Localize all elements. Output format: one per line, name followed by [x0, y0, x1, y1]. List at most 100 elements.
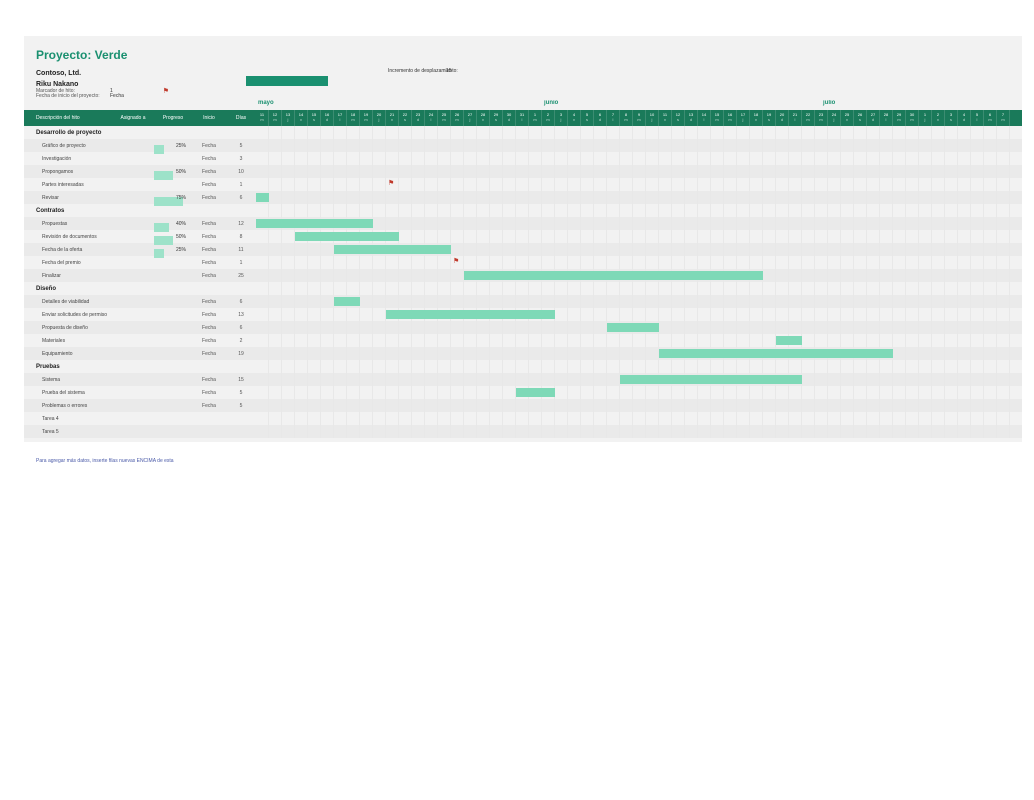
gantt-bar[interactable] — [256, 193, 269, 202]
task-row[interactable]: Partes interesadasFecha1 — [24, 178, 256, 191]
task-row[interactable]: FinalizarFecha25 — [24, 269, 256, 282]
task-start[interactable]: Fecha — [192, 299, 226, 305]
task-start[interactable]: Fecha — [192, 390, 226, 396]
task-days[interactable]: 12 — [226, 221, 256, 227]
task-start[interactable]: Fecha — [192, 312, 226, 318]
day-cell: 29m — [893, 110, 906, 126]
task-row[interactable]: MaterialesFecha2 — [24, 334, 256, 347]
task-desc: Investigación — [24, 156, 112, 162]
task-row[interactable]: Propuestas40%Fecha12 — [24, 217, 256, 230]
gantt-bar[interactable] — [659, 349, 893, 358]
section-row[interactable]: Diseño — [24, 282, 256, 295]
gantt-bar[interactable] — [516, 388, 555, 397]
task-progress[interactable]: 25% — [154, 143, 192, 149]
task-row[interactable]: Detalles de viabilidadFecha6 — [24, 295, 256, 308]
gantt-bar[interactable] — [295, 232, 399, 241]
task-row[interactable]: Revisión de documentos 50%Fecha8 — [24, 230, 256, 243]
task-row[interactable]: Problemas o erroresFecha5 — [24, 399, 256, 412]
section-row[interactable]: Pruebas — [24, 360, 256, 373]
task-row[interactable]: EquipamientoFecha19 — [24, 347, 256, 360]
task-start[interactable]: Fecha — [192, 338, 226, 344]
day-cell: 7m — [997, 110, 1010, 126]
task-days[interactable]: 25 — [226, 273, 256, 279]
day-cell: 15m — [711, 110, 724, 126]
task-start[interactable]: Fecha — [192, 260, 226, 266]
task-days[interactable]: 1 — [226, 260, 256, 266]
gantt-bar[interactable] — [776, 336, 802, 345]
task-row[interactable]: Investigación Fecha3 — [24, 152, 256, 165]
task-progress[interactable]: 25% — [154, 247, 192, 253]
task-progress[interactable]: 40% — [154, 221, 192, 227]
task-start[interactable]: Fecha — [192, 403, 226, 409]
task-desc: Prueba del sistema — [24, 390, 112, 396]
gantt-bar[interactable] — [464, 271, 763, 280]
gantt-bar[interactable] — [334, 297, 360, 306]
task-start[interactable]: Fecha — [192, 182, 226, 188]
task-progress[interactable]: 75% — [154, 195, 192, 201]
day-cell: 17l — [334, 110, 347, 126]
task-start[interactable]: Fecha — [192, 234, 226, 240]
milestone-value[interactable]: 1 — [110, 88, 113, 94]
gantt-bar[interactable] — [386, 310, 555, 319]
task-days[interactable]: 3 — [226, 156, 256, 162]
task-row[interactable]: Prueba del sistema Fecha5 — [24, 386, 256, 399]
task-row[interactable]: SistemaFecha15 — [24, 373, 256, 386]
task-progress[interactable]: 50% — [154, 169, 192, 175]
gantt-bar[interactable] — [334, 245, 451, 254]
task-days[interactable]: 10 — [226, 169, 256, 175]
gantt-bar[interactable] — [607, 323, 659, 332]
task-desc: Revisión de documentos — [24, 234, 112, 240]
task-start[interactable]: Fecha — [192, 273, 226, 279]
task-row[interactable]: Tarea 4 — [24, 412, 256, 425]
big-progress-bar — [246, 76, 328, 86]
task-days[interactable]: 11 — [226, 247, 256, 253]
task-days[interactable]: 5 — [226, 403, 256, 409]
task-days[interactable]: 1 — [226, 182, 256, 188]
gantt-row: ⚑ — [256, 178, 1022, 191]
task-start[interactable]: Fecha — [192, 221, 226, 227]
task-start[interactable]: Fecha — [192, 169, 226, 175]
task-start[interactable]: Fecha — [192, 195, 226, 201]
day-cell: 12s — [672, 110, 685, 126]
task-days[interactable]: 15 — [226, 377, 256, 383]
task-start[interactable]: Fecha — [192, 351, 226, 357]
scroll-increment-value[interactable]: 15 — [446, 68, 452, 74]
gantt-row — [256, 126, 1022, 139]
task-start[interactable]: Fecha — [192, 156, 226, 162]
task-days[interactable]: 5 — [226, 390, 256, 396]
footer-note: Para agregar más datos, inserte filas nu… — [24, 454, 1022, 468]
day-cell: 9m — [633, 110, 646, 126]
task-desc: Gráfico de proyecto — [24, 143, 112, 149]
task-row[interactable]: Gráfico de proyecto 25%Fecha5 — [24, 139, 256, 152]
task-days[interactable]: 6 — [226, 325, 256, 331]
task-days[interactable]: 19 — [226, 351, 256, 357]
day-cell: 20j — [373, 110, 386, 126]
task-days[interactable]: 5 — [226, 143, 256, 149]
task-row[interactable]: Propongamos50%Fecha10 — [24, 165, 256, 178]
task-row[interactable]: Propuesta de diseñoFecha6 — [24, 321, 256, 334]
task-start[interactable]: Fecha — [192, 247, 226, 253]
task-row[interactable]: Fecha del premioFecha1 — [24, 256, 256, 269]
gantt-row — [256, 412, 1022, 425]
task-progress[interactable]: 50% — [154, 234, 192, 240]
task-days[interactable]: 6 — [226, 299, 256, 305]
gantt-bar[interactable] — [256, 219, 373, 228]
task-days[interactable]: 8 — [226, 234, 256, 240]
task-row[interactable]: Fecha de la oferta25%Fecha11 — [24, 243, 256, 256]
day-cell: 27d — [867, 110, 880, 126]
milestone-row: Marcador de hito: 1 ⚑ — [24, 86, 1022, 96]
section-row[interactable]: Contratos — [24, 204, 256, 217]
month-label: junio — [542, 100, 558, 106]
task-start[interactable]: Fecha — [192, 325, 226, 331]
task-days[interactable]: 6 — [226, 195, 256, 201]
day-cell: 17j — [737, 110, 750, 126]
task-days[interactable]: 2 — [226, 338, 256, 344]
task-row[interactable]: Enviar solicitudes de permisoFecha13 — [24, 308, 256, 321]
task-start[interactable]: Fecha — [192, 143, 226, 149]
task-row[interactable]: Revisar75%Fecha6 — [24, 191, 256, 204]
section-row[interactable]: Desarrollo de proyecto — [24, 126, 256, 139]
gantt-bar[interactable] — [620, 375, 802, 384]
task-start[interactable]: Fecha — [192, 377, 226, 383]
task-row[interactable]: Tarea 5 — [24, 425, 256, 438]
task-days[interactable]: 13 — [226, 312, 256, 318]
